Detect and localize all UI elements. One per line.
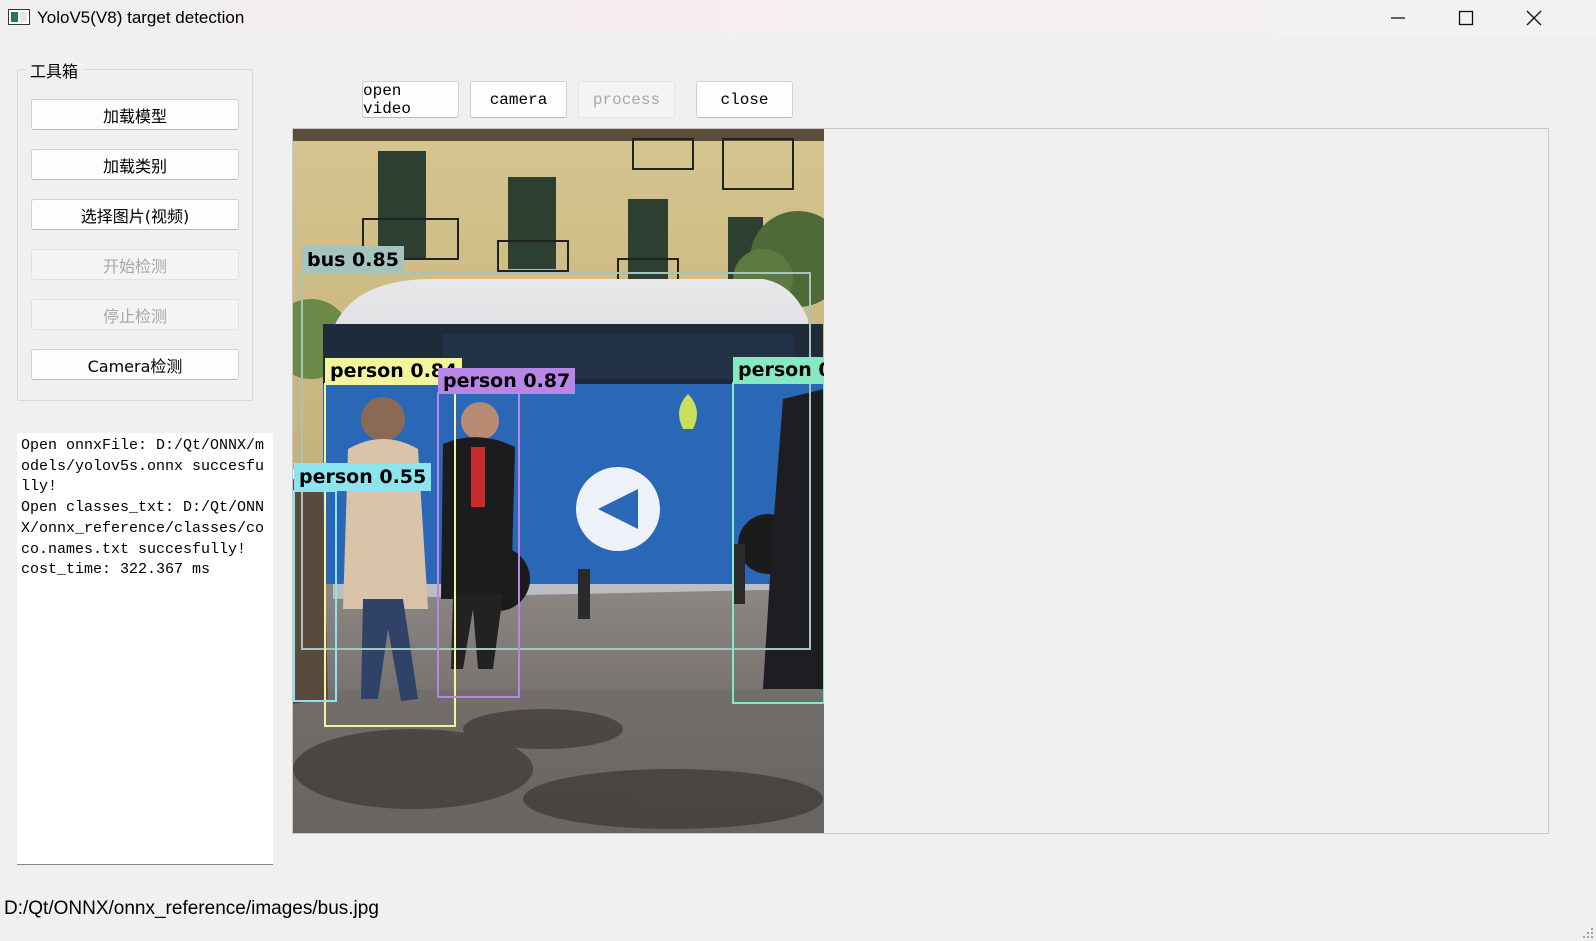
- window-title: YoloV5(V8) target detection: [37, 8, 245, 27]
- minimize-button[interactable]: [1364, 0, 1432, 36]
- log-output[interactable]: Open onnxFile: D:/Qt/ONNX/models/yolov5s…: [17, 433, 273, 865]
- status-path: D:/Qt/ONNX/onnx_reference/images/bus.jpg: [4, 898, 379, 919]
- load-classes-button[interactable]: 加载类别: [31, 149, 239, 180]
- stop-detection-button[interactable]: 停止检测: [31, 299, 239, 330]
- maximize-icon: [1458, 10, 1474, 26]
- title-bar: YoloV5(V8) target detection: [0, 0, 1596, 36]
- close-video-button[interactable]: close: [696, 81, 793, 118]
- toolbox-title: 工具箱: [26, 58, 83, 82]
- detection-label-person: person 0: [733, 357, 824, 384]
- detection-label-bus: bus 0.85: [302, 246, 404, 274]
- close-window-button[interactable]: [1500, 0, 1568, 36]
- log-line: Open classes_txt: D:/Qt/ONNX/onnx_refere…: [21, 499, 265, 558]
- detection-image: bus 0.85 person 0.84 person 0.87 person …: [293, 129, 824, 833]
- load-model-button[interactable]: 加载模型: [31, 99, 239, 130]
- close-icon: [1526, 10, 1542, 26]
- display-area: bus 0.85 person 0.84 person 0.87 person …: [292, 128, 1549, 834]
- camera-button[interactable]: camera: [470, 81, 567, 118]
- process-button[interactable]: process: [578, 81, 675, 118]
- detection-label-person: person 0.55: [294, 463, 432, 491]
- log-line: cost_time: 322.367 ms: [21, 561, 211, 579]
- app-icon: [8, 9, 30, 25]
- minimize-icon: [1391, 17, 1405, 19]
- resize-grip-icon[interactable]: [1582, 927, 1594, 939]
- open-video-button[interactable]: open video: [362, 81, 459, 118]
- select-image-button[interactable]: 选择图片(视频): [31, 199, 239, 230]
- detection-label-person: person 0.87: [438, 368, 576, 394]
- start-detection-button[interactable]: 开始检测: [31, 249, 239, 280]
- maximize-button[interactable]: [1432, 0, 1500, 36]
- camera-detection-button[interactable]: Camera检测: [31, 349, 239, 380]
- log-line: Open onnxFile: D:/Qt/ONNX/models/yolov5s…: [21, 437, 265, 496]
